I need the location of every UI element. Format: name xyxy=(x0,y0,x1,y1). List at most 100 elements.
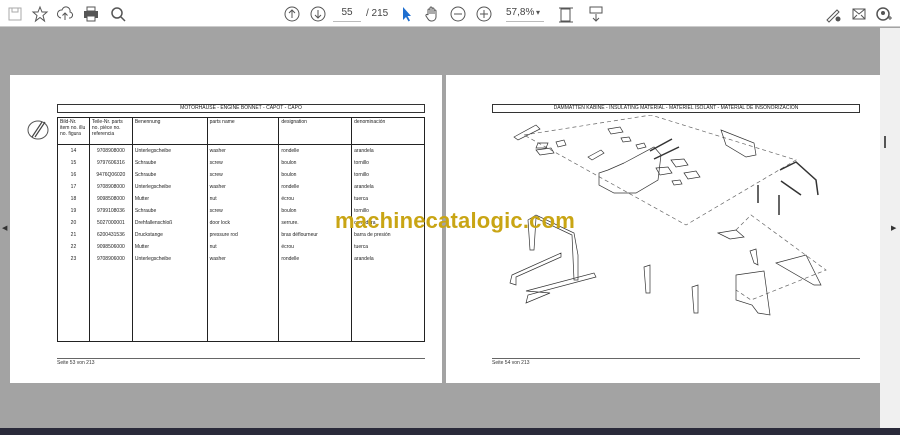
vertical-scrollbar[interactable]: ▶ xyxy=(880,28,900,428)
table-cell: 17 xyxy=(57,180,90,193)
table-cell: nut xyxy=(206,241,280,254)
table-cell: 9098506000 xyxy=(88,241,133,254)
table-cell: 23 xyxy=(57,253,90,266)
table-row: 15 9797606316 Schraube screw boulon tornillo xyxy=(57,156,425,169)
column-header: denominación xyxy=(351,117,425,145)
table-cell: rondelle xyxy=(278,253,353,266)
table-cell: Schraube xyxy=(131,168,208,181)
table-cell: rondelle xyxy=(278,180,353,193)
table-cell: Druckstange xyxy=(131,229,208,242)
toolbar: 55 / 215 57,8% ▾ xyxy=(0,0,900,27)
chevron-down-icon[interactable]: ▾ xyxy=(536,8,540,17)
table-cell: 18 xyxy=(57,192,90,205)
table-cell xyxy=(57,265,90,342)
taskbar-strip xyxy=(0,428,900,435)
hand-tool-icon[interactable] xyxy=(422,4,442,24)
select-cursor-icon[interactable] xyxy=(397,4,417,24)
table-cell: pressure rod xyxy=(206,229,280,242)
column-header: Benennung xyxy=(131,117,208,145)
sign-pen-icon[interactable] xyxy=(823,4,843,24)
upload-cloud-icon[interactable] xyxy=(55,4,75,24)
table-cell xyxy=(278,265,353,342)
table-cell: 15 xyxy=(57,156,90,169)
table-cell: Drehfallenschloß xyxy=(131,217,208,230)
table-cell: 9708908000 xyxy=(88,144,133,157)
table-cell: 22 xyxy=(57,241,90,254)
table-cell: Unterlegscheibe xyxy=(131,180,208,193)
table-cell: 9797606316 xyxy=(88,156,133,169)
right-arrow-icon[interactable]: ▶ xyxy=(891,224,896,232)
page-total: / 215 xyxy=(366,8,389,19)
table-cell: tuerca xyxy=(351,192,425,205)
table-cell: Mutter xyxy=(131,192,208,205)
table-cell: arandela xyxy=(351,253,425,266)
table-cell: tornillo xyxy=(351,156,425,169)
table-cell xyxy=(206,265,280,342)
table-cell: Schraube xyxy=(131,204,208,218)
scroll-mode-icon[interactable] xyxy=(586,4,606,24)
account-icon[interactable] xyxy=(874,4,894,24)
scrollbar-thumb[interactable] xyxy=(884,136,886,148)
save-icon[interactable] xyxy=(5,4,25,24)
table-row: 18 9098508000 Mutter nut écrou tuerca xyxy=(57,192,425,205)
watermark: machinecatalogic.com xyxy=(335,208,575,233)
table-cell: 16 xyxy=(57,168,90,181)
table-cell: screw xyxy=(206,156,280,169)
table-cell: 9476Q06020 xyxy=(88,168,133,181)
table-cell: 9098508000 xyxy=(88,192,133,205)
mail-icon[interactable] xyxy=(849,4,869,24)
previous-page-icon[interactable] xyxy=(282,4,302,24)
table-cell: Unterlegscheibe xyxy=(131,253,208,266)
bookmark-star-icon[interactable] xyxy=(30,4,50,24)
table-cell: écrou xyxy=(278,241,353,254)
table-cell xyxy=(88,265,133,342)
search-icon[interactable] xyxy=(108,4,128,24)
table-cell: 14 xyxy=(57,144,90,157)
table-cell: washer xyxy=(206,180,280,193)
table-cell: 21 xyxy=(57,229,90,242)
column-header: Bild-Nr. item no. illu no. figura xyxy=(57,117,90,145)
table-cell: screw xyxy=(206,168,280,181)
table-cell: Unterlegscheibe xyxy=(131,144,208,157)
print-icon[interactable] xyxy=(81,4,101,24)
table-cell: 9799108036 xyxy=(88,204,133,218)
zoom-out-icon[interactable] xyxy=(448,4,468,24)
table-cell: rondelle xyxy=(278,144,353,157)
page-footer: Seite 53 von 213 xyxy=(57,358,425,366)
logo-icon xyxy=(27,120,49,140)
page-number-input[interactable]: 55 xyxy=(333,6,361,22)
table-cell: écrou xyxy=(278,192,353,205)
column-header: parts name xyxy=(206,117,280,145)
table-cell: tornillo xyxy=(351,168,425,181)
table-cell xyxy=(351,265,425,342)
table-cell: arandela xyxy=(351,180,425,193)
table-cell: 20 xyxy=(57,217,90,230)
table-cell: 19 xyxy=(57,204,90,218)
table-row: 17 9708908000 Unterlegscheibe washer rondell… xyxy=(57,180,425,193)
table-row: 23 9708906000 Unterlegscheibe washer rondell… xyxy=(57,253,425,266)
table-row: 22 9098506000 Mutter nut écrou tuerca xyxy=(57,241,425,254)
zoom-in-icon[interactable] xyxy=(474,4,494,24)
left-arrow-icon[interactable]: ◀ xyxy=(2,224,7,232)
table-cell: tuerca xyxy=(351,241,425,254)
table-cell: washer xyxy=(206,144,280,157)
table-cell: washer xyxy=(206,253,280,266)
column-header: designation xyxy=(278,117,353,145)
table-cell: screw xyxy=(206,204,280,218)
table-row: 16 9476Q06020 Schraube screw boulon tornillo xyxy=(57,168,425,181)
table-cell: Schraube xyxy=(131,156,208,169)
table-cell: 5027000001 xyxy=(88,217,133,230)
table-cell xyxy=(131,265,208,342)
page-title: MOTORHAUSE - ENGINE BONNET - CAPOT - CAP… xyxy=(57,104,425,113)
table-empty-row xyxy=(57,265,425,342)
page-fit-icon[interactable] xyxy=(556,4,576,24)
table-cell: boulon xyxy=(278,168,353,181)
table-cell: 6200431536 xyxy=(88,229,133,242)
page-footer: Seite 54 von 213 xyxy=(492,358,860,366)
table-cell: 9708908000 xyxy=(88,180,133,193)
next-page-icon[interactable] xyxy=(308,4,328,24)
column-header: Teile-Nr. parts no. pièce no. referencia xyxy=(88,117,133,145)
table-row: 14 9708908000 Unterlegscheibe washer rondell… xyxy=(57,144,425,157)
table-cell: Mutter xyxy=(131,241,208,254)
table-cell: boulon xyxy=(278,156,353,169)
